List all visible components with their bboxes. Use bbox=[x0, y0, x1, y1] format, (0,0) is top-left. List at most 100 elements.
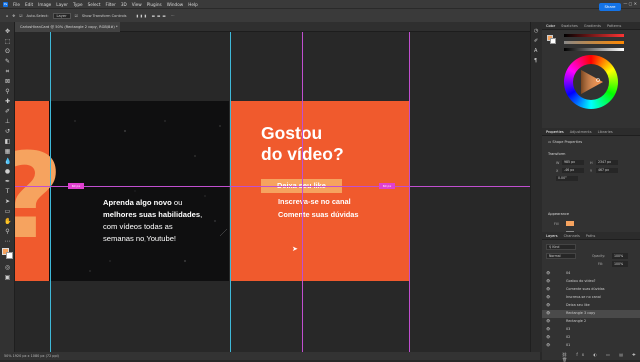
visibility-eye-icon[interactable]: 👁 bbox=[546, 278, 550, 286]
tab-color[interactable]: Color bbox=[546, 24, 555, 28]
auto-select-dropdown[interactable]: Layer bbox=[52, 12, 71, 19]
quick-select-tool-icon[interactable]: ✎ bbox=[4, 58, 11, 65]
layer-row[interactable]: 👁 Inscreva-se no canal bbox=[542, 294, 640, 302]
menu-help[interactable]: Help bbox=[188, 2, 198, 7]
menu-view[interactable]: View bbox=[132, 2, 142, 7]
visibility-eye-icon[interactable]: 👁 bbox=[546, 310, 550, 318]
h-field[interactable]: 2347 px bbox=[596, 160, 618, 165]
auto-select-checkbox[interactable]: ☑ bbox=[19, 14, 22, 18]
shape-tool-icon[interactable]: ▭ bbox=[4, 208, 11, 215]
layer-kind-filter[interactable]: ⚲ Kind bbox=[546, 244, 576, 250]
history-brush-tool-icon[interactable]: ↺ bbox=[4, 128, 11, 135]
eyedropper-tool-icon[interactable]: ⚲ bbox=[4, 88, 11, 95]
background-color-swatch[interactable] bbox=[6, 252, 13, 259]
layer-row[interactable]: 👁 Gostou do vídeo? bbox=[542, 278, 640, 286]
frame-tool-icon[interactable]: ⊠ bbox=[4, 78, 11, 85]
tab-properties[interactable]: Properties bbox=[546, 130, 564, 134]
fill-opacity-field[interactable]: 100% bbox=[612, 261, 628, 267]
stamp-tool-icon[interactable]: ⊥ bbox=[4, 118, 11, 125]
character-icon[interactable]: A bbox=[534, 48, 537, 54]
menu-image[interactable]: Image bbox=[38, 2, 51, 7]
tab-swatches[interactable]: Swatches bbox=[561, 24, 578, 28]
menu-select[interactable]: Select bbox=[88, 2, 101, 7]
blur-tool-icon[interactable]: 💧 bbox=[4, 158, 11, 165]
angle-field[interactable]: 0.00° bbox=[556, 176, 578, 181]
tab-adjustments[interactable]: Adjustments bbox=[570, 130, 592, 134]
guide-vertical-2[interactable] bbox=[230, 32, 231, 352]
visibility-eye-icon[interactable]: 👁 bbox=[546, 270, 550, 278]
home-icon[interactable]: ⌂ bbox=[6, 14, 8, 18]
move-tool-icon[interactable]: ✥ bbox=[4, 28, 11, 35]
path-select-tool-icon[interactable]: ➤ bbox=[4, 198, 11, 205]
layer-row[interactable]: 👁 01 bbox=[542, 342, 640, 350]
brush-tool-icon[interactable]: ✐ bbox=[4, 108, 11, 115]
menu-plugins[interactable]: Plugins bbox=[147, 2, 162, 7]
zoom-tool-icon[interactable]: ⚲ bbox=[4, 228, 11, 235]
menu-filter[interactable]: Filter bbox=[105, 2, 115, 7]
layer-row[interactable]: 👁 Deixa seu like bbox=[542, 302, 640, 310]
dodge-tool-icon[interactable]: ● bbox=[4, 168, 11, 175]
healing-tool-icon[interactable]: ✚ bbox=[4, 98, 11, 105]
visibility-eye-icon[interactable]: 👁 bbox=[546, 302, 550, 310]
visibility-eye-icon[interactable]: 👁 bbox=[546, 318, 550, 326]
menu-edit[interactable]: Edit bbox=[25, 2, 33, 7]
visibility-eye-icon[interactable]: 👁 bbox=[546, 286, 550, 294]
w-field[interactable]: 985 px bbox=[562, 160, 584, 165]
move-tool-icon[interactable]: ✥ bbox=[12, 14, 15, 18]
layer-row[interactable]: 👁 04 bbox=[542, 270, 640, 278]
layer-row[interactable]: 👁 Rectangle 2 bbox=[542, 318, 640, 326]
crop-tool-icon[interactable]: ⌗ bbox=[4, 68, 11, 75]
window-controls[interactable]: — ▢ ✕ bbox=[623, 1, 637, 6]
x-field[interactable]: -46 px bbox=[562, 168, 584, 173]
visibility-eye-icon[interactable]: 👁 bbox=[546, 342, 550, 350]
paragraph-icon[interactable]: ¶ bbox=[534, 58, 537, 64]
tab-channels[interactable]: Channels bbox=[564, 234, 580, 238]
layer-row[interactable]: 👁 03 bbox=[542, 326, 640, 334]
history-icon[interactable]: ◷ bbox=[534, 28, 538, 34]
menu-window[interactable]: Window bbox=[167, 2, 184, 7]
menu-file[interactable]: File bbox=[13, 2, 20, 7]
y-field[interactable]: 467 px bbox=[596, 168, 618, 173]
bg-color-chip[interactable] bbox=[550, 38, 556, 44]
visibility-eye-icon[interactable]: 👁 bbox=[546, 334, 550, 342]
show-transform-checkbox[interactable]: ☑ bbox=[75, 14, 78, 18]
hue-slider-r[interactable] bbox=[564, 34, 624, 37]
tab-layers[interactable]: Layers bbox=[546, 234, 558, 238]
guide-horizontal[interactable] bbox=[15, 186, 535, 187]
menu-3d[interactable]: 3D bbox=[121, 2, 127, 7]
photoshop-logo-icon[interactable]: Ps bbox=[3, 1, 8, 7]
guide-vertical-4[interactable] bbox=[409, 32, 410, 352]
blend-mode-dropdown[interactable]: Normal bbox=[546, 253, 576, 259]
menu-layer[interactable]: Layer bbox=[56, 2, 68, 7]
layer-row[interactable]: 👁 Comente suas dúvidas bbox=[542, 286, 640, 294]
hue-slider-b[interactable] bbox=[564, 48, 624, 51]
tab-patterns[interactable]: Patterns bbox=[607, 24, 621, 28]
canvas-area[interactable]: ? Aprenda algo novo ou melhores suas hab… bbox=[15, 32, 540, 352]
pen-tool-icon[interactable]: ✒ bbox=[4, 178, 11, 185]
share-button[interactable]: Share bbox=[599, 3, 621, 11]
guide-vertical-3[interactable] bbox=[302, 32, 303, 352]
align-icons[interactable]: ▮▮▮ ▬▬▬ ⋯ bbox=[137, 14, 177, 18]
more-tools-icon[interactable]: ⋯ bbox=[4, 238, 11, 245]
tab-gradients[interactable]: Gradients bbox=[584, 24, 601, 28]
eraser-tool-icon[interactable]: ◧ bbox=[4, 138, 11, 145]
visibility-eye-icon[interactable]: 👁 bbox=[546, 294, 550, 302]
lasso-tool-icon[interactable]: ʘ bbox=[4, 48, 11, 55]
quick-mask-icon[interactable]: ◎ bbox=[4, 264, 11, 271]
color-wheel[interactable] bbox=[564, 55, 618, 109]
gradient-tool-icon[interactable]: ▦ bbox=[4, 148, 11, 155]
screen-mode-icon[interactable]: ▣ bbox=[4, 274, 11, 281]
visibility-eye-icon[interactable]: 👁 bbox=[546, 326, 550, 334]
marquee-tool-icon[interactable]: ⬚ bbox=[4, 38, 11, 45]
layer-row-selected[interactable]: 👁 Rectangle 3 copy bbox=[542, 310, 640, 318]
layer-actions-icons[interactable]: ⛓ fx ◐ ▭ ▤ ✚ 🗑 bbox=[562, 352, 640, 362]
tab-paths[interactable]: Paths bbox=[586, 234, 596, 238]
document-tab[interactable]: CarlosHiranCard @ 50% (Rectangle 2 copy,… bbox=[15, 22, 120, 32]
menu-type[interactable]: Type bbox=[73, 2, 83, 7]
tab-libraries[interactable]: Libraries bbox=[598, 130, 613, 134]
guide-vertical-1[interactable] bbox=[50, 32, 51, 352]
hue-slider-g[interactable] bbox=[564, 41, 624, 44]
type-tool-icon[interactable]: T bbox=[4, 188, 11, 195]
opacity-field[interactable]: 100% bbox=[612, 253, 628, 259]
hand-tool-icon[interactable]: ✋ bbox=[4, 218, 11, 225]
